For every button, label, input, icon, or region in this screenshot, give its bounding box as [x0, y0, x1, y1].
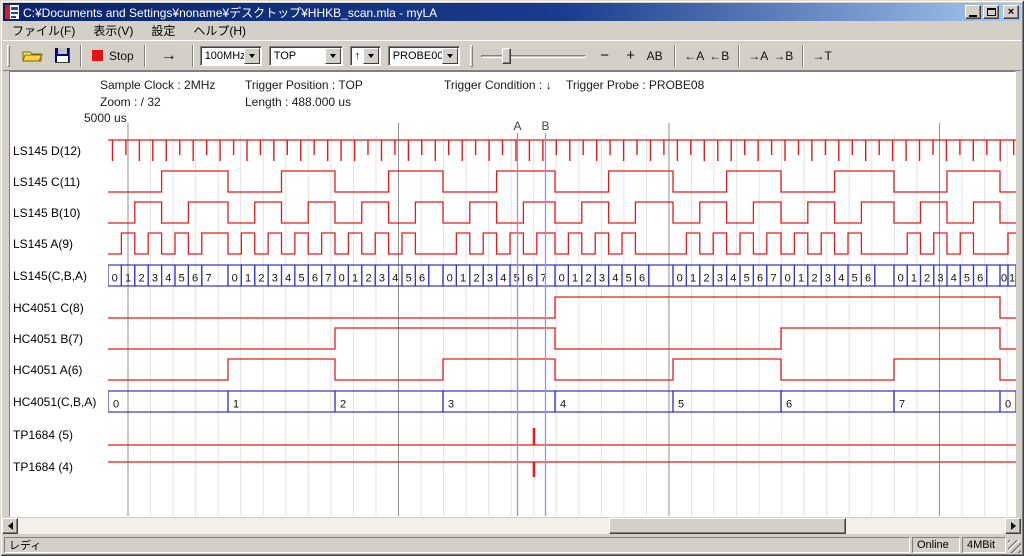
ab-button[interactable]: AB — [642, 44, 668, 68]
status-memory-text: 4MBit — [967, 539, 995, 551]
stop-label: Stop — [109, 49, 134, 63]
chevron-down-icon — [249, 54, 255, 58]
save-floppy-icon — [55, 48, 70, 63]
goto-b-label: ←B — [709, 49, 729, 63]
title-bar: C:¥Documents and Settings¥noname¥デスクトップ¥… — [3, 3, 1021, 21]
zoom-in-button[interactable]: + — [620, 44, 642, 68]
dropdown-button[interactable] — [363, 48, 379, 64]
minimize-icon — [969, 15, 977, 17]
chevron-down-icon — [368, 54, 374, 58]
status-ready: レディ — [4, 537, 910, 553]
status-memory: 4MBit — [962, 537, 1006, 553]
sample-rate-select[interactable]: 100MHz — [200, 46, 262, 66]
zoom-slider[interactable] — [481, 45, 586, 67]
toolbar-separator — [80, 45, 82, 67]
dropdown-button[interactable] — [244, 48, 260, 64]
set-cursor-b-button[interactable]: →B — [771, 44, 796, 68]
trigger-position-select[interactable]: TOP — [269, 46, 343, 66]
ab-label: AB — [647, 49, 663, 63]
toolbar: Stop → 100MHz TOP ↑ PROBE00 − + AB ←A — [3, 40, 1021, 71]
close-button[interactable]: × — [1003, 5, 1019, 19]
scrollbar-thumb[interactable] — [609, 518, 846, 534]
toolbar-grip[interactable] — [470, 45, 473, 67]
menu-file[interactable]: ファイル(F) — [3, 20, 84, 41]
minus-icon: − — [600, 47, 609, 64]
goto-a-label: ←A — [684, 49, 704, 63]
trigger-edge-value: ↑ — [355, 50, 363, 62]
trigger-edge-select[interactable]: ↑ — [350, 46, 381, 66]
status-online: Online — [912, 537, 960, 553]
slider-handle[interactable] — [502, 48, 511, 64]
status-online-text: Online — [917, 539, 949, 551]
save-button[interactable] — [51, 44, 74, 68]
chevron-down-icon — [330, 54, 336, 58]
goto-trigger-button[interactable]: →T — [810, 44, 835, 68]
close-icon: × — [1008, 7, 1014, 17]
toolbar-separator — [144, 45, 146, 67]
run-button[interactable]: → — [152, 44, 186, 68]
arrow-right-icon — [1011, 522, 1016, 530]
slider-track — [481, 55, 586, 58]
goto-cursor-a-button[interactable]: ←A — [682, 44, 707, 68]
goto-t-label: →T — [813, 49, 832, 63]
goto-cursor-b-button[interactable]: ←B — [707, 44, 732, 68]
status-ready-text: レディ — [9, 537, 41, 553]
dropdown-button[interactable] — [442, 48, 458, 64]
menu-bar: ファイル(F) 表示(V) 設定 ヘルプ(H) — [3, 21, 1021, 40]
toolbar-grip[interactable] — [7, 45, 10, 67]
horizontal-scrollbar[interactable] — [2, 518, 1021, 534]
plus-icon: + — [626, 47, 635, 64]
trigger-probe-value: PROBE00 — [393, 50, 442, 62]
set-b-label: →B — [773, 49, 793, 63]
app-window: C:¥Documents and Settings¥noname¥デスクトップ¥… — [0, 0, 1024, 556]
scroll-left-button[interactable] — [2, 518, 18, 534]
minimize-button[interactable] — [965, 5, 981, 19]
stop-button[interactable]: Stop — [88, 44, 138, 68]
trigger-probe-select[interactable]: PROBE00 — [388, 46, 460, 66]
zoom-out-button[interactable]: − — [594, 44, 616, 68]
menu-help[interactable]: ヘルプ(H) — [184, 20, 255, 41]
arrow-left-icon — [8, 522, 13, 530]
menu-settings[interactable]: 設定 — [142, 20, 184, 41]
toolbar-separator — [802, 45, 804, 67]
status-bar: レディ Online 4MBit — [3, 536, 1021, 554]
stop-icon — [92, 50, 103, 61]
open-file-button[interactable] — [18, 44, 47, 68]
window-title: C:¥Documents and Settings¥noname¥デスクトップ¥… — [23, 4, 963, 21]
chevron-down-icon — [447, 54, 453, 58]
toolbar-separator — [674, 45, 676, 67]
run-arrow-icon: → — [161, 47, 177, 65]
waveform-client-area — [9, 71, 1016, 517]
toolbar-separator — [738, 45, 740, 67]
menu-view[interactable]: 表示(V) — [84, 20, 142, 41]
app-icon — [5, 5, 19, 19]
maximize-icon — [987, 8, 996, 16]
dropdown-button[interactable] — [325, 48, 341, 64]
trigger-position-value: TOP — [274, 50, 325, 62]
sample-rate-value: 100MHz — [205, 50, 244, 62]
maximize-button[interactable] — [983, 5, 999, 19]
scroll-right-button[interactable] — [1005, 518, 1021, 534]
resize-grip[interactable] — [1008, 540, 1021, 553]
toolbar-separator — [192, 45, 194, 67]
set-a-label: →A — [748, 49, 768, 63]
open-folder-icon — [22, 48, 43, 63]
set-cursor-a-button[interactable]: →A — [746, 44, 771, 68]
